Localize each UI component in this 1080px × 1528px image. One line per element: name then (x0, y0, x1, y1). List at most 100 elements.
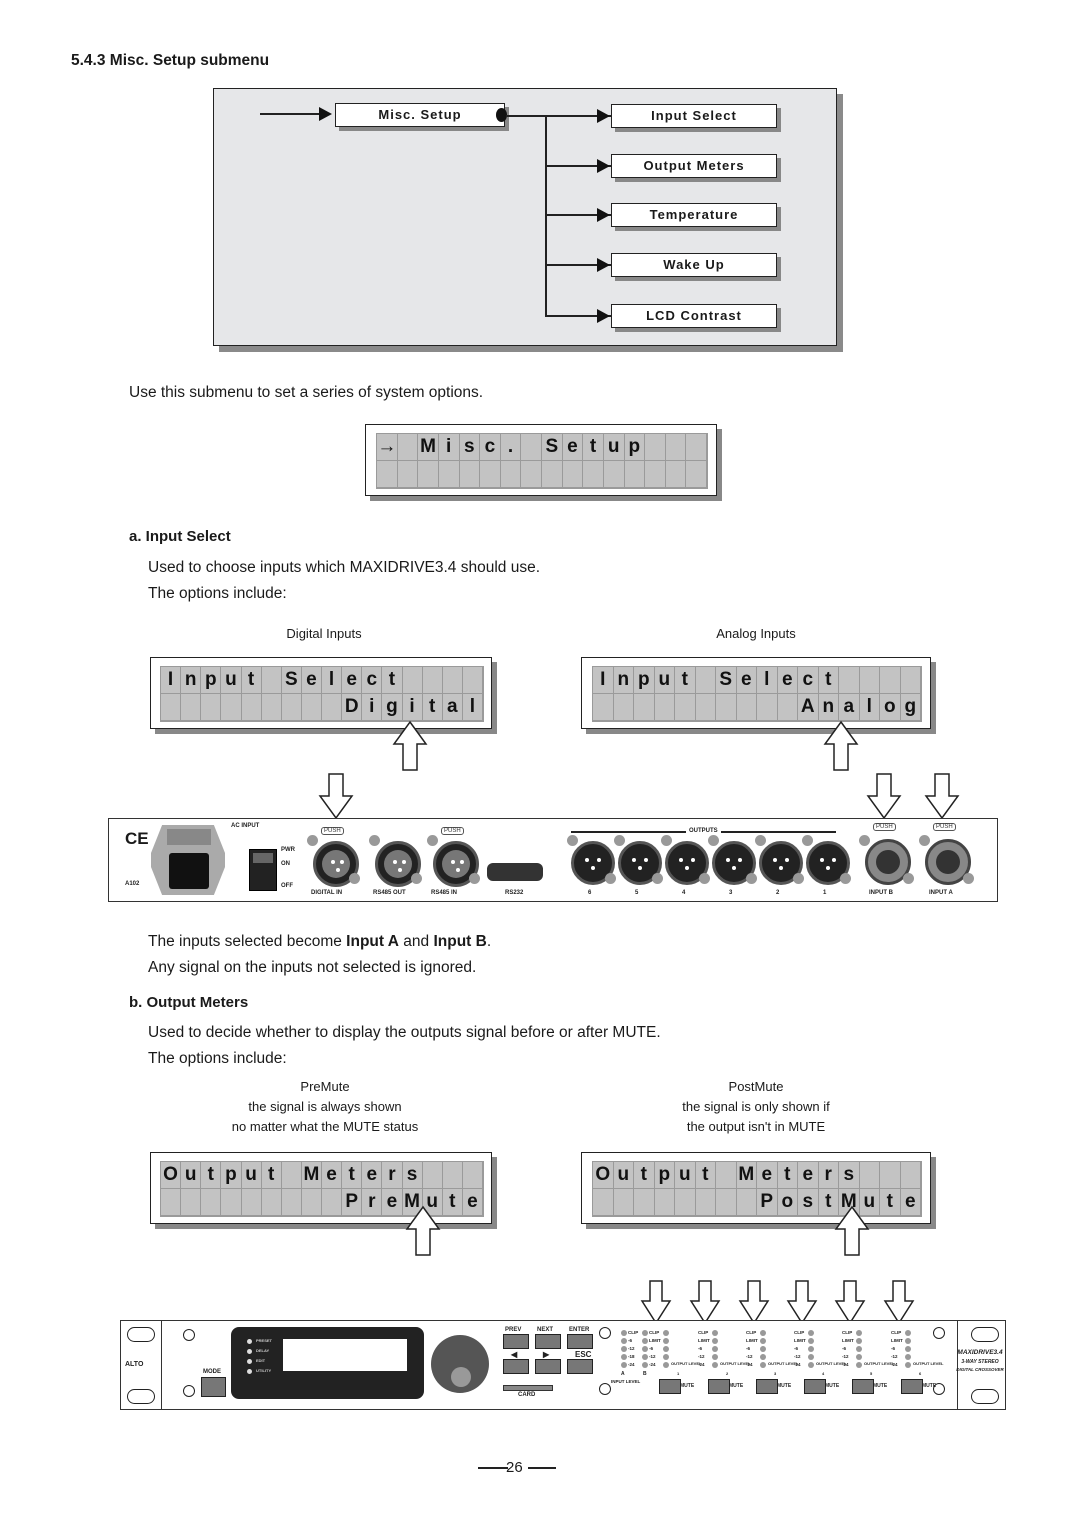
caption-line: the output isn't in MUTE (686, 1119, 826, 1134)
lcd-cell (221, 1189, 242, 1216)
nav-button-next[interactable] (535, 1334, 561, 1349)
rack-screw-icon (933, 1327, 945, 1339)
meter-label: -6 (746, 1346, 751, 1351)
lcd-cell (397, 434, 419, 461)
rack-screw-icon (183, 1329, 195, 1341)
lcd-cell: M (418, 434, 439, 461)
output-led (760, 1330, 766, 1336)
mute-label: MUTE (777, 1383, 792, 1389)
pin (335, 868, 340, 872)
lcd-cell (542, 461, 563, 488)
section-a-line1: Used to choose inputs which MAXIDRIVE3.4… (148, 559, 541, 576)
menu-box-input-select: Input Select (611, 104, 777, 128)
channel-number: 3 (774, 1371, 777, 1376)
lcd-cell: S (542, 434, 563, 461)
output-level-label: OUTPUT LEVEL (913, 1361, 944, 1366)
mute-button[interactable] (708, 1379, 730, 1394)
input-label: INPUT A (929, 890, 953, 896)
lcd-cell (221, 694, 242, 721)
lcd-cell (686, 434, 707, 461)
lcd-cell (634, 694, 655, 721)
lcd-cell (613, 1189, 634, 1216)
card-slot[interactable] (503, 1385, 553, 1391)
mute-button[interactable] (852, 1379, 874, 1394)
output-number: 2 (776, 890, 780, 896)
lcd-cell (442, 1162, 463, 1189)
meter-label: -6 (698, 1346, 703, 1351)
lcd-cell: g (900, 694, 921, 721)
push-latch[interactable]: PUSH (441, 827, 464, 835)
mute-button[interactable] (756, 1379, 778, 1394)
caption-line: PostMute (728, 1079, 784, 1094)
screw-icon (614, 835, 625, 846)
lcd-cell: p (221, 1162, 242, 1189)
lcd-cell: t (818, 667, 839, 694)
channel-number: 1 (677, 1371, 680, 1376)
input-b-label: B (643, 1371, 647, 1377)
lcd-cell (654, 1189, 675, 1216)
up-arrow-icon (823, 720, 859, 771)
output-led (760, 1354, 766, 1360)
push-latch[interactable]: PUSH (321, 827, 344, 835)
lcd-grid: InputSelectAnalog (592, 666, 922, 722)
input-b-term: Input B (433, 933, 487, 950)
status-led (247, 1359, 252, 1364)
lcd-cell: t (675, 667, 696, 694)
output-led (808, 1346, 814, 1352)
section-b-line2: The options include: (148, 1050, 287, 1067)
lcd-cell (777, 694, 798, 721)
lcd-cell (562, 461, 584, 488)
lcd-cell (665, 461, 687, 488)
lcd-cell: e (757, 1162, 778, 1189)
output-led (663, 1330, 669, 1336)
lcd-grid: OutputMetersPostMute (592, 1161, 922, 1217)
output-level-label: OUTPUT LEVEL (768, 1361, 799, 1366)
nav-button[interactable] (567, 1359, 593, 1374)
pin (591, 866, 595, 870)
rs232-port[interactable] (487, 863, 543, 881)
channel-number: 6 (919, 1371, 922, 1376)
nav-button[interactable] (503, 1359, 529, 1374)
output-led (712, 1330, 718, 1336)
power-switch[interactable] (249, 849, 277, 891)
lcd-cell: s (402, 1162, 423, 1189)
pin (331, 860, 335, 864)
display-bezel: PRESET DELAY EDIT UTILITY (231, 1327, 424, 1399)
screw-icon (963, 873, 974, 884)
meter-label: CLIP (891, 1330, 902, 1335)
data-wheel-knob[interactable] (431, 1335, 489, 1393)
lcd-cell: t (777, 1162, 798, 1189)
menu-box-output-meters: Output Meters (611, 154, 777, 178)
output-number: 6 (588, 890, 592, 896)
pin (638, 866, 642, 870)
mute-button[interactable] (901, 1379, 923, 1394)
meter-label: -6 (649, 1346, 654, 1351)
push-latch[interactable]: PUSH (873, 823, 896, 831)
premute-caption: PreMute the signal is always shown no ma… (175, 1077, 475, 1137)
lcd-cell: D (342, 694, 363, 721)
lcd-cell (377, 461, 398, 488)
branch-arrowhead-icon (597, 309, 610, 323)
rack-handle-icon (127, 1389, 155, 1404)
lcd-cell: n (818, 694, 839, 721)
lcd-cell: . (500, 434, 522, 461)
nav-button[interactable] (535, 1359, 561, 1374)
lcd-screen (283, 1339, 407, 1371)
output-led (856, 1330, 862, 1336)
meter-label: -12 (746, 1354, 753, 1359)
output-number: 3 (729, 890, 733, 896)
lcd-cell: t (342, 1162, 363, 1189)
nav-button-prev[interactable] (503, 1334, 529, 1349)
screw-icon (802, 835, 813, 846)
push-latch[interactable]: PUSH (933, 823, 956, 831)
nav-button-enter[interactable] (567, 1334, 593, 1349)
mute-button[interactable] (804, 1379, 826, 1394)
input-a-led (621, 1330, 627, 1336)
down-arrow-icon (883, 1280, 915, 1325)
divider (161, 1321, 162, 1409)
lcd-cell (839, 667, 860, 694)
mode-button[interactable] (201, 1377, 226, 1397)
mute-button[interactable] (659, 1379, 681, 1394)
output-level-label: OUTPUT LEVEL (816, 1361, 847, 1366)
pin (820, 858, 824, 862)
